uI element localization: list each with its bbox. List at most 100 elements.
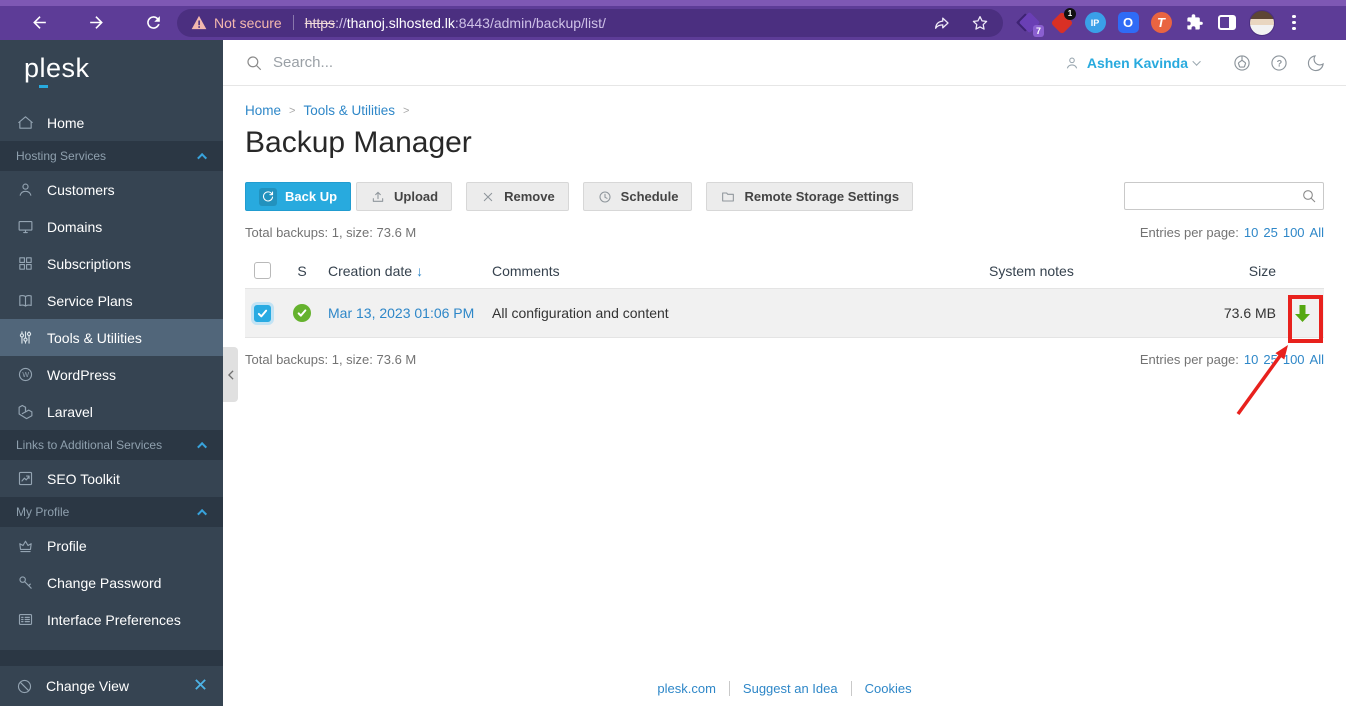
dark-mode-moon-icon[interactable] bbox=[1306, 53, 1326, 73]
sidebar-item-label: Customers bbox=[47, 181, 115, 198]
global-search-input[interactable] bbox=[273, 54, 593, 71]
extension-purple-icon[interactable]: 7 bbox=[1018, 11, 1044, 37]
footer-plesk-com-link[interactable]: plesk.com bbox=[644, 681, 729, 696]
sidebar-section-my-profile[interactable]: My Profile bbox=[0, 497, 223, 527]
remote-storage-settings-button[interactable]: Remote Storage Settings bbox=[706, 182, 914, 211]
change-view-icon bbox=[16, 678, 33, 695]
remove-button[interactable]: Remove bbox=[466, 182, 569, 211]
page-title: Backup Manager bbox=[245, 126, 472, 159]
sidebar-item-label: WordPress bbox=[47, 366, 116, 383]
back-icon[interactable] bbox=[30, 13, 49, 32]
table-row: Mar 13, 2023 01:06 PM All configuration … bbox=[245, 289, 1324, 338]
footer-cookies-link[interactable]: Cookies bbox=[850, 680, 925, 696]
back-up-button[interactable]: Back Up bbox=[245, 182, 352, 211]
breadcrumb-home[interactable]: Home bbox=[245, 103, 281, 118]
sidebar-footer: Change View bbox=[0, 650, 223, 706]
sidebar-item-interface-preferences[interactable]: Interface Preferences bbox=[0, 601, 223, 638]
sidebar-item-seo-toolkit[interactable]: SEO Toolkit bbox=[0, 460, 223, 497]
wordpress-icon: W bbox=[17, 366, 34, 383]
user-menu[interactable]: Ashen Kavinda bbox=[1064, 55, 1201, 71]
row-checkbox[interactable] bbox=[254, 304, 271, 322]
plesk-logo[interactable]: plesk bbox=[0, 40, 223, 96]
crown-icon bbox=[17, 537, 34, 554]
search-icon bbox=[247, 55, 262, 70]
not-secure-label[interactable]: Not secure bbox=[214, 15, 282, 31]
sidebar-item-wordpress[interactable]: W WordPress bbox=[0, 356, 223, 393]
side-panel-icon[interactable] bbox=[1216, 12, 1238, 34]
sidebar-item-domains[interactable]: Domains bbox=[0, 208, 223, 245]
browser-profile-avatar[interactable] bbox=[1249, 9, 1275, 36]
column-size[interactable]: Size bbox=[1212, 263, 1280, 279]
column-creation-date[interactable]: Creation date ↓ bbox=[321, 263, 485, 279]
svg-text:W: W bbox=[22, 371, 29, 379]
entries-100-link[interactable]: 100 bbox=[1283, 352, 1305, 367]
sidebar-item-label: Interface Preferences bbox=[47, 611, 181, 628]
ball-icon[interactable] bbox=[1232, 53, 1252, 73]
footer-suggest-idea-link[interactable]: Suggest an Idea bbox=[728, 680, 851, 696]
close-icon[interactable] bbox=[194, 678, 207, 694]
extensions-puzzle-icon[interactable] bbox=[1183, 12, 1205, 34]
preferences-icon bbox=[17, 611, 34, 628]
entries-all-link[interactable]: All bbox=[1310, 352, 1324, 367]
column-comments[interactable]: Comments bbox=[485, 263, 982, 279]
entries-10-link[interactable]: 10 bbox=[1244, 225, 1258, 240]
sidebar-item-laravel[interactable]: Laravel bbox=[0, 393, 223, 430]
url-path: :8443/admin/backup/list/ bbox=[454, 14, 606, 31]
address-bar[interactable]: Not secure https://thanoj.slhosted.lk:84… bbox=[177, 8, 1003, 37]
extension-t-icon[interactable]: T bbox=[1150, 12, 1172, 34]
entries-25-link[interactable]: 25 bbox=[1263, 225, 1277, 240]
seo-chart-icon bbox=[17, 470, 34, 487]
column-system-notes[interactable]: System notes bbox=[982, 263, 1212, 279]
sidebar-item-service-plans[interactable]: Service Plans bbox=[0, 282, 223, 319]
url-text[interactable]: https://thanoj.slhosted.lk:8443/admin/ba… bbox=[305, 15, 606, 31]
search-icon[interactable] bbox=[1301, 188, 1317, 204]
list-search-input[interactable] bbox=[1124, 182, 1324, 210]
sidebar-item-change-password[interactable]: Change Password bbox=[0, 564, 223, 601]
entries-100-link[interactable]: 100 bbox=[1283, 225, 1305, 240]
sidebar-item-customers[interactable]: Customers bbox=[0, 171, 223, 208]
sidebar-item-label: Change Password bbox=[47, 574, 162, 591]
extension-ip-icon[interactable]: IP bbox=[1084, 12, 1106, 34]
reload-icon[interactable] bbox=[144, 13, 163, 32]
entries-all-link[interactable]: All bbox=[1310, 225, 1324, 240]
main-area: Ashen Kavinda ? Home bbox=[223, 40, 1346, 706]
browser-menu-icon[interactable] bbox=[1288, 14, 1300, 31]
breadcrumb-separator: > bbox=[402, 104, 410, 117]
sidebar-item-tools-utilities[interactable]: Tools & Utilities bbox=[0, 319, 223, 356]
url-scheme: https bbox=[304, 14, 336, 31]
url-host: thanoj.slhosted.lk bbox=[346, 14, 455, 31]
list-meta-bottom: Total backups: 1, size: 73.6 M Entries p… bbox=[245, 352, 1324, 368]
sidebar-section-hosting-services[interactable]: Hosting Services bbox=[0, 141, 223, 171]
sidebar-item-profile[interactable]: Profile bbox=[0, 527, 223, 564]
laravel-icon bbox=[17, 403, 34, 420]
entries-per-page: Entries per page: 10 25 100 All bbox=[1140, 352, 1324, 368]
backup-date-cell: Mar 13, 2023 01:06 PM bbox=[321, 305, 485, 321]
help-icon[interactable]: ? bbox=[1269, 53, 1289, 73]
column-status[interactable]: S bbox=[283, 263, 321, 279]
sidebar-section-links-additional[interactable]: Links to Additional Services bbox=[0, 430, 223, 460]
backup-date-link[interactable]: Mar 13, 2023 01:06 PM bbox=[328, 305, 474, 321]
entries-25-link[interactable]: 25 bbox=[1263, 352, 1277, 367]
entries-10-link[interactable]: 10 bbox=[1244, 352, 1258, 367]
schedule-button[interactable]: Schedule bbox=[582, 182, 693, 211]
sidebar-collapse-handle[interactable] bbox=[223, 347, 238, 402]
backup-size-cell: 73.6 MB bbox=[1223, 305, 1276, 321]
logo-underline bbox=[39, 85, 48, 88]
extension-badge-7: 7 bbox=[1032, 24, 1044, 37]
change-view-button[interactable]: Change View bbox=[0, 666, 223, 706]
download-icon[interactable] bbox=[1293, 303, 1312, 323]
sidebar-item-label: Service Plans bbox=[47, 292, 133, 309]
svg-text:?: ? bbox=[1277, 58, 1283, 68]
share-icon[interactable] bbox=[933, 14, 951, 32]
extension-red-icon[interactable]: 1 bbox=[1050, 7, 1076, 34]
forward-icon[interactable] bbox=[87, 13, 106, 32]
bookmark-star-icon[interactable] bbox=[971, 14, 989, 32]
upload-button[interactable]: Upload bbox=[356, 182, 453, 211]
sidebar-item-subscriptions[interactable]: Subscriptions bbox=[0, 245, 223, 282]
sidebar-item-home[interactable]: Home bbox=[0, 104, 223, 141]
backup-comment-cell: All configuration and content bbox=[492, 305, 669, 321]
select-all-checkbox[interactable] bbox=[254, 262, 271, 279]
breadcrumb-tools-utilities[interactable]: Tools & Utilities bbox=[303, 103, 395, 118]
extension-o-icon[interactable]: O bbox=[1117, 12, 1139, 34]
upload-icon bbox=[372, 191, 384, 202]
